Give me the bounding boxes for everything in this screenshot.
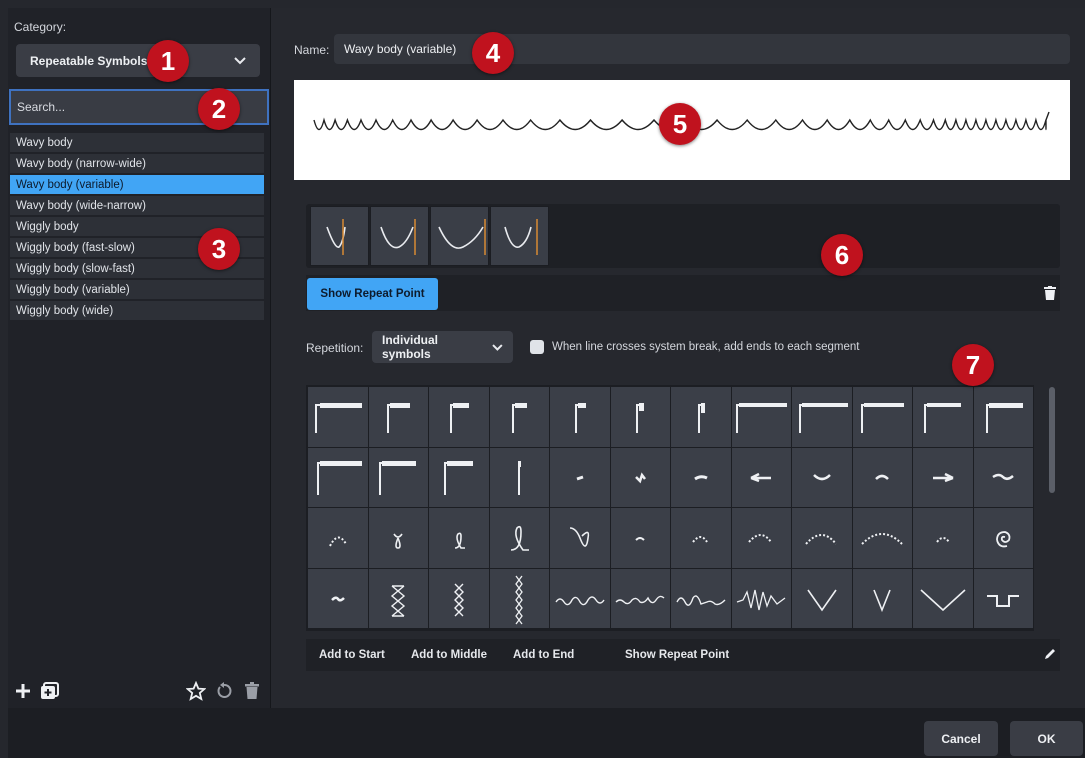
symbol-cell[interactable] [550, 447, 610, 507]
symbol-cell[interactable] [792, 568, 852, 628]
list-item[interactable]: Wavy body (wide-narrow) [10, 196, 264, 215]
palette-scrollbar-thumb[interactable] [1049, 387, 1055, 493]
symbol-cell[interactable] [429, 568, 489, 628]
symbol-cell[interactable] [792, 508, 852, 568]
symbol-cell[interactable] [610, 568, 670, 628]
symbol-cell[interactable] [731, 568, 791, 628]
symbol-cell[interactable] [973, 508, 1033, 568]
list-item[interactable]: Wiggly body (wide) [10, 301, 264, 320]
segment-tile[interactable] [490, 206, 549, 266]
symbol-cell[interactable] [429, 447, 489, 507]
revert-icon[interactable] [215, 682, 233, 700]
cancel-button[interactable]: Cancel [924, 721, 998, 756]
symbol-cell[interactable] [610, 387, 670, 447]
symbol-cell[interactable] [913, 508, 973, 568]
chevron-down-icon [492, 343, 503, 351]
symbol-cell[interactable] [913, 387, 973, 447]
name-field[interactable]: Wavy body (variable) [334, 34, 1070, 64]
callout-marker: 3 [198, 228, 240, 270]
name-label: Name: [294, 43, 330, 57]
ok-button[interactable]: OK [1010, 721, 1083, 756]
segment-tile[interactable] [370, 206, 429, 266]
symbol-cell[interactable] [308, 387, 368, 447]
symbol-cell[interactable] [308, 447, 368, 507]
add-icon[interactable] [14, 682, 32, 700]
symbol-cell[interactable] [671, 387, 731, 447]
list-item-selected[interactable]: Wavy body (variable) [10, 175, 264, 194]
symbol-cell[interactable] [308, 568, 368, 628]
symbol-cell[interactable] [913, 447, 973, 507]
symbol-cell[interactable] [913, 568, 973, 628]
symbol-cell[interactable] [550, 508, 610, 568]
duplicate-icon[interactable] [40, 682, 60, 700]
symbol-cell[interactable] [852, 568, 912, 628]
chevron-down-icon [234, 56, 246, 64]
symbol-cell[interactable] [429, 508, 489, 568]
repetition-select[interactable]: Individual symbols [372, 331, 513, 363]
symbol-cell[interactable] [731, 508, 791, 568]
repetition-label: Repetition: [306, 341, 364, 355]
add-to-middle-button[interactable]: Add to Middle [411, 639, 487, 671]
symbol-cell[interactable] [671, 508, 731, 568]
symbol-cell[interactable] [792, 387, 852, 447]
symbol-list: Wavy body Wavy body (narrow-wide) Wavy b… [10, 133, 264, 322]
repetition-value: Individual symbols [382, 333, 439, 361]
symbol-cell[interactable] [368, 508, 428, 568]
list-item[interactable]: Wiggly body (variable) [10, 280, 264, 299]
search-placeholder: Search... [17, 100, 66, 114]
symbol-cell[interactable] [973, 447, 1033, 507]
symbol-cell[interactable] [489, 447, 549, 507]
symbol-cell[interactable] [368, 568, 428, 628]
category-label: Category: [14, 20, 67, 34]
callout-marker: 2 [198, 88, 240, 130]
symbol-cell[interactable] [489, 387, 549, 447]
symbol-cell[interactable] [610, 508, 670, 568]
symbol-cell[interactable] [489, 508, 549, 568]
show-repeat-point-toggle[interactable]: Show Repeat Point [307, 278, 438, 310]
symbol-cell[interactable] [671, 568, 731, 628]
symbol-cell[interactable] [368, 387, 428, 447]
callout-marker: 1 [147, 40, 189, 82]
symbol-cell[interactable] [852, 508, 912, 568]
show-repeat-point-button[interactable]: Show Repeat Point [625, 639, 729, 671]
star-icon[interactable] [186, 681, 206, 701]
symbol-cell[interactable] [671, 447, 731, 507]
symbol-cell[interactable] [429, 387, 489, 447]
add-ends-checkbox[interactable] [530, 340, 544, 354]
symbol-cell[interactable] [731, 387, 791, 447]
segment-tile[interactable] [430, 206, 489, 266]
symbol-cell[interactable] [308, 508, 368, 568]
add-to-end-button[interactable]: Add to End [513, 639, 574, 671]
category-value: Repeatable Symbols [30, 53, 148, 68]
pencil-icon[interactable] [1043, 647, 1057, 661]
symbol-grid [308, 387, 1033, 628]
callout-marker: 5 [659, 103, 701, 145]
symbol-cell[interactable] [489, 568, 549, 628]
symbol-cell[interactable] [368, 447, 428, 507]
add-to-start-button[interactable]: Add to Start [319, 639, 385, 671]
symbol-cell[interactable] [852, 387, 912, 447]
symbol-cell[interactable] [792, 447, 852, 507]
symbol-cell[interactable] [852, 447, 912, 507]
symbol-cell[interactable] [731, 447, 791, 507]
name-value: Wavy body (variable) [344, 42, 457, 56]
symbol-cell[interactable] [550, 387, 610, 447]
add-ends-label: When line crosses system break, add ends… [552, 341, 860, 353]
segment-tile[interactable] [310, 206, 369, 266]
list-item[interactable]: Wavy body (narrow-wide) [10, 154, 264, 173]
delete-icon[interactable] [244, 682, 260, 700]
callout-marker: 6 [821, 234, 863, 276]
symbol-cell[interactable] [610, 447, 670, 507]
symbol-cell[interactable] [973, 568, 1033, 628]
callout-marker: 4 [472, 32, 514, 74]
category-select[interactable]: Repeatable Symbols [16, 44, 260, 77]
list-item[interactable]: Wavy body [10, 133, 264, 152]
symbol-cell[interactable] [550, 568, 610, 628]
symbol-cell[interactable] [973, 387, 1033, 447]
callout-marker: 7 [952, 344, 994, 386]
delete-segment-icon[interactable] [1044, 286, 1056, 300]
